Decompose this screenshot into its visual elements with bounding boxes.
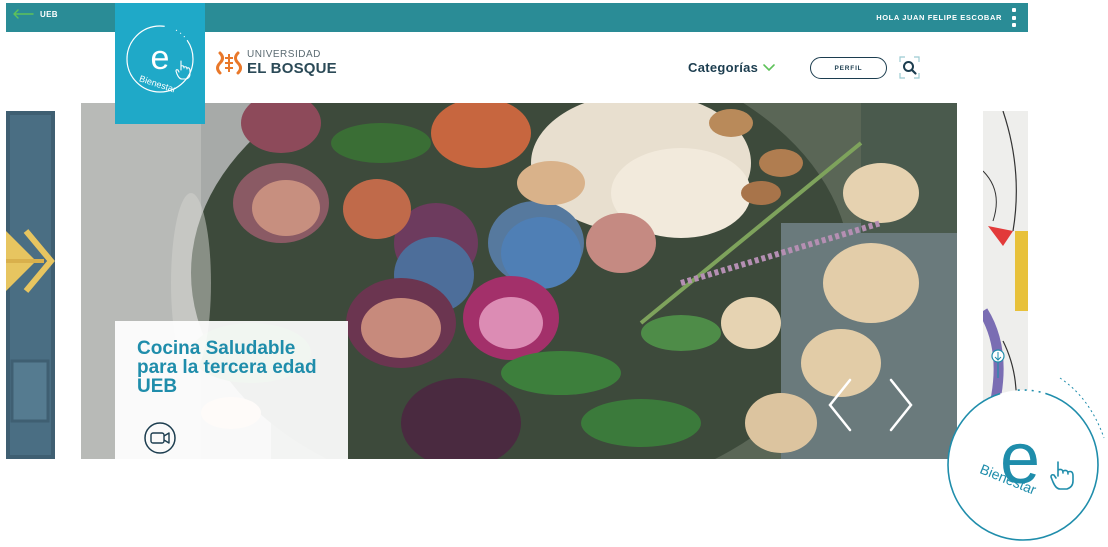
categories-label: Categorías [688, 60, 759, 75]
university-name-line2: EL BOSQUE [247, 60, 337, 77]
video-camera-icon [144, 422, 176, 454]
page: UEB HOLA JUAN FELIPE ESCOBAR e Bienestar… [0, 0, 1108, 547]
university-name-line1: UNIVERSIDAD [247, 49, 321, 60]
university-emblem-icon [216, 51, 242, 75]
slide-title: Cocina Saludable para la tercera edad UE… [137, 338, 317, 397]
floating-bienestar-button[interactable]: e Bienestar [940, 348, 1108, 547]
bienestar-logo[interactable]: e Bienestar [115, 3, 205, 124]
logo-letter: e [151, 39, 170, 77]
carousel-prev-button[interactable] [824, 378, 856, 432]
user-greeting: HOLA JUAN FELIPE ESCOBAR [876, 13, 1002, 22]
video-button[interactable] [138, 420, 184, 456]
search-button[interactable] [897, 54, 922, 81]
back-label: UEB [40, 9, 58, 19]
back-link[interactable]: UEB [12, 9, 58, 19]
chevron-right-icon [889, 378, 913, 432]
chevron-left-icon [828, 378, 852, 432]
arrow-left-icon [13, 9, 34, 19]
previous-slide-preview[interactable] [6, 111, 55, 459]
universidad-el-bosque-logo[interactable]: UNIVERSIDAD EL BOSQUE [216, 50, 337, 76]
slide-caption: Cocina Saludable para la tercera edad UE… [115, 321, 348, 461]
chevron-down-icon [763, 63, 776, 71]
kebab-menu-icon[interactable] [1010, 8, 1018, 27]
carousel-next-button[interactable] [885, 378, 917, 432]
categories-dropdown[interactable]: Categorías [688, 60, 776, 75]
profile-button[interactable]: PERFIL [810, 57, 887, 79]
search-icon [899, 56, 920, 79]
